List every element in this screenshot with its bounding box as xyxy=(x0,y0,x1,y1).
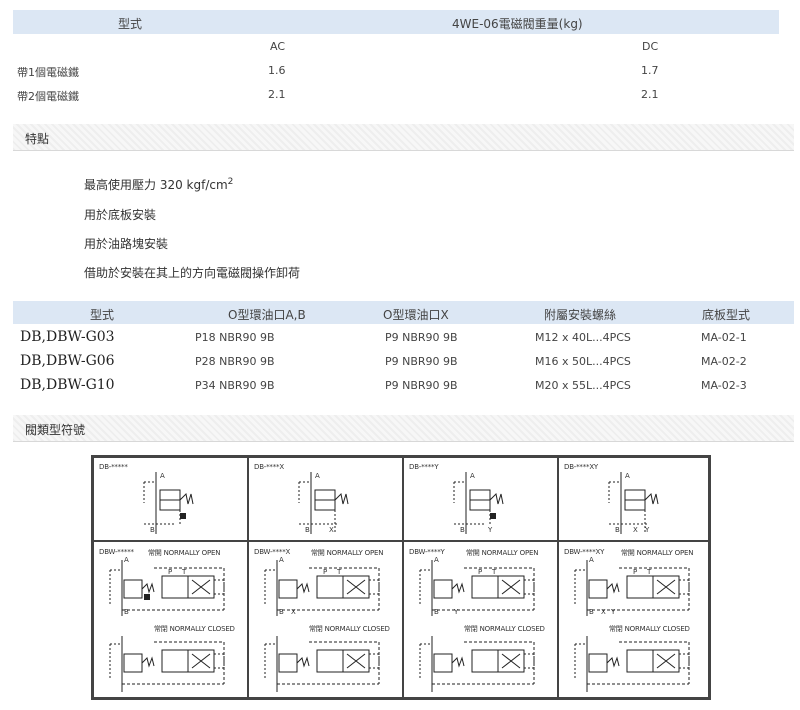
symbol-cell-db-x: DB-****X A B X xyxy=(248,457,403,541)
feature-text-pressure: 最高使用壓力 320 kgf/cm xyxy=(84,178,228,192)
port-b-label: B xyxy=(150,526,155,534)
weight-row-2-dc: 2.1 xyxy=(641,88,659,101)
port-b-label: B xyxy=(305,526,310,534)
port-a-label: A xyxy=(315,472,320,480)
port-t-label: T xyxy=(337,568,342,576)
port-t-label: T xyxy=(492,568,497,576)
port-b-label: B xyxy=(460,526,465,534)
parts-row-3-oring-x: P9 NBR90 9B xyxy=(385,379,458,392)
solenoid-relief-closed-symbol xyxy=(109,636,225,692)
parts-row-1-model: DB,DBW-G03 xyxy=(20,329,115,345)
port-a-label: A xyxy=(625,472,630,480)
port-x-label: X xyxy=(601,608,606,616)
port-p-label: P xyxy=(323,568,328,576)
port-b-label: B xyxy=(434,608,439,616)
port-x-label: X xyxy=(329,526,334,534)
parts-row-2-subplate: MA-02-2 xyxy=(701,355,747,368)
symbols-title: 閥類型符號 xyxy=(25,423,86,437)
port-t-label: T xyxy=(647,568,652,576)
feature-item-block: 用於油路塊安裝 xyxy=(84,237,169,251)
features-title: 特點 xyxy=(25,132,50,146)
feature-item-unload: 借助於安裝在其上的方向電磁閥操作卸荷 xyxy=(84,266,301,280)
solenoid-relief-open-y-symbol xyxy=(419,560,535,616)
parts-header-model: 型式 xyxy=(90,308,115,322)
symbol-cell-db: DB-***** A B xyxy=(93,457,248,541)
symbol-cell-db-xy: DB-****XY A B X Y xyxy=(558,457,709,541)
parts-row-3-oring-ab: P34 NBR90 9B xyxy=(195,379,275,392)
weight-sub-dc: DC xyxy=(642,40,659,53)
parts-row-2-oring-x: P9 NBR90 9B xyxy=(385,355,458,368)
feature-item-subplate: 用於底板安裝 xyxy=(84,208,157,222)
solenoid-relief-closed-xy-symbol xyxy=(574,636,690,692)
port-a-label: A xyxy=(434,556,439,564)
parts-row-2-screws: M16 x 50L...4PCS xyxy=(535,355,631,368)
features-section-bar: 特點 xyxy=(13,124,794,151)
weight-sub-ac: AC xyxy=(270,40,286,53)
solenoid-relief-open-xy-symbol xyxy=(574,560,690,616)
relief-valve-y-symbol xyxy=(453,472,504,534)
parts-header-subplate: 底板型式 xyxy=(702,308,751,322)
solenoid-relief-closed-x-symbol xyxy=(264,636,380,692)
solenoid-relief-closed-y-symbol xyxy=(419,636,535,692)
symbol-cell-dbw: DBW-***** 常開 NORMALLY OPEN A B P T 常閉 NO… xyxy=(93,541,248,698)
port-b-label: B xyxy=(589,608,594,616)
port-x-label: X xyxy=(633,526,638,534)
port-b-label: B xyxy=(279,608,284,616)
weight-row-1-ac: 1.6 xyxy=(268,64,286,77)
port-y-label: Y xyxy=(454,608,459,616)
parts-header-oring-x: O型環油口X xyxy=(383,308,449,322)
parts-row-3-model: DB,DBW-G10 xyxy=(20,377,115,393)
port-a-label: A xyxy=(589,556,594,564)
symbol-cell-dbw-xy: DBW-****XY 常開 NORMALLY OPEN A B X Y P T xyxy=(558,541,709,698)
weight-row-2-ac: 2.1 xyxy=(268,88,286,101)
parts-row-3-subplate: MA-02-3 xyxy=(701,379,747,392)
parts-row-2-oring-ab: P28 NBR90 9B xyxy=(195,355,275,368)
solenoid-relief-open-symbol xyxy=(109,560,225,616)
parts-row-3-screws: M20 x 55L...4PCS xyxy=(535,379,631,392)
relief-valve-symbol xyxy=(143,472,194,534)
solenoid-relief-open-x-symbol xyxy=(264,560,380,616)
parts-header-oring-ab: O型環油口A,B xyxy=(228,308,306,322)
parts-row-2-model: DB,DBW-G06 xyxy=(20,353,115,369)
symbols-section-bar: 閥類型符號 xyxy=(13,415,794,442)
parts-row-1-subplate: MA-02-1 xyxy=(701,331,747,344)
weight-row-1-label: 帶1個電磁鐵 xyxy=(17,66,79,79)
feature-item-pressure: 最高使用壓力 320 kgf/cm2 xyxy=(84,176,233,193)
relief-valve-x-symbol xyxy=(298,472,349,534)
port-a-label: A xyxy=(279,556,284,564)
port-a-label: A xyxy=(160,472,165,480)
port-y-label: Y xyxy=(611,608,616,616)
port-a-label: A xyxy=(470,472,475,480)
feature-unit-sup: 2 xyxy=(227,177,234,187)
port-p-label: P xyxy=(168,568,173,576)
weight-row-2-label: 帶2個電磁鐵 xyxy=(17,90,79,103)
parts-row-1-oring-x: P9 NBR90 9B xyxy=(385,331,458,344)
weight-row-1-dc: 1.7 xyxy=(641,64,659,77)
port-x-label: X xyxy=(291,608,296,616)
port-y-label: Y xyxy=(645,526,650,534)
port-p-label: P xyxy=(633,568,638,576)
port-p-label: P xyxy=(478,568,483,576)
parts-row-1-oring-ab: P18 NBR90 9B xyxy=(195,331,275,344)
weight-header-title: 4WE-06電磁閥重量(kg) xyxy=(452,17,583,31)
port-b-label: B xyxy=(124,608,129,616)
port-y-label: Y xyxy=(488,526,493,534)
symbol-cell-db-y: DB-****Y A B Y xyxy=(403,457,558,541)
symbol-cell-dbw-x: DBW-****X 常開 NORMALLY OPEN A B X P T 常閉 xyxy=(248,541,403,698)
symbol-cell-dbw-y: DBW-****Y 常開 NORMALLY OPEN A B Y P T 常閉 xyxy=(403,541,558,698)
weight-header-model: 型式 xyxy=(118,17,143,31)
port-t-label: T xyxy=(182,568,187,576)
parts-header-screws: 附屬安裝螺絲 xyxy=(544,308,617,322)
symbols-panel: DB-***** A B DB-****X A B X DB-****Y A B… xyxy=(91,455,711,700)
port-b-label: B xyxy=(615,526,620,534)
port-a-label: A xyxy=(124,556,129,564)
parts-row-1-screws: M12 x 40L...4PCS xyxy=(535,331,631,344)
